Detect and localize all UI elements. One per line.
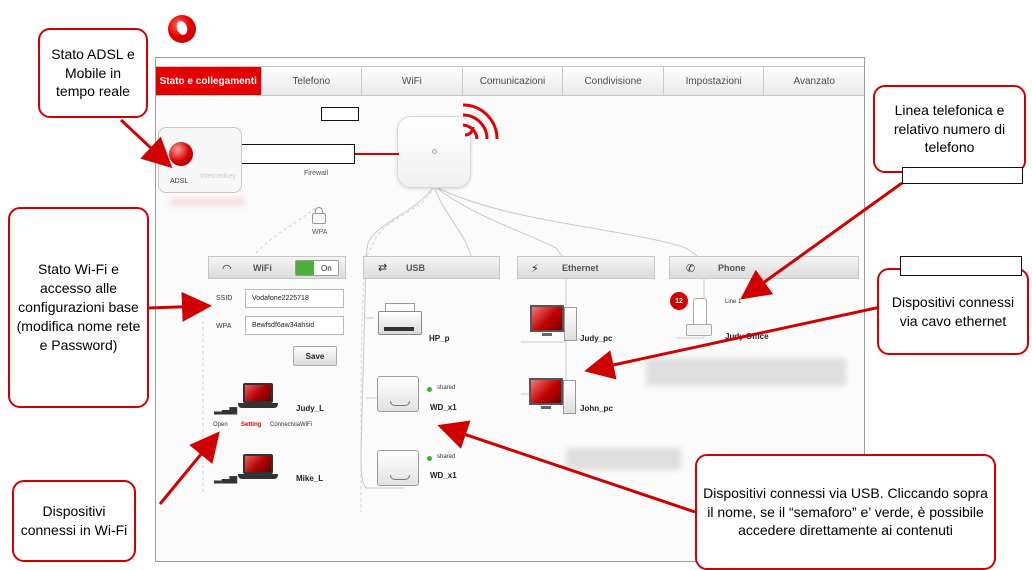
status-dot bbox=[427, 387, 432, 392]
blurred-text bbox=[646, 358, 846, 386]
connect-via-wifi-label: ConnectviaWiFi bbox=[270, 422, 313, 428]
line-label: Line 1 bbox=[725, 299, 742, 305]
laptop-icon bbox=[238, 383, 278, 411]
pc-icon bbox=[530, 305, 578, 343]
usb-icon: ⇄ bbox=[378, 262, 388, 274]
adsl-label: ADSL bbox=[170, 178, 189, 185]
device-mike-l[interactable]: Mike_L bbox=[296, 474, 323, 483]
phone-icon: ✆ bbox=[686, 263, 696, 275]
device-judy-l[interactable]: Judy_L bbox=[296, 404, 324, 413]
connection-line bbox=[355, 153, 399, 155]
shared-label: shared bbox=[437, 454, 456, 460]
status-dot bbox=[427, 456, 432, 461]
internet-key-label: InternetKey bbox=[200, 173, 236, 180]
callout-ethernet: Dispositivi connessi via cavo ethernet bbox=[877, 268, 1029, 355]
wpa-password-label: WPA bbox=[216, 323, 232, 330]
internet-key-status[interactable]: InternetKey bbox=[200, 146, 237, 184]
device-john-pc[interactable]: John_pc bbox=[580, 404, 613, 413]
vodafone-logo-icon bbox=[168, 15, 196, 43]
shared-label: shared bbox=[437, 385, 456, 391]
callout-phone: Linea telefonica e relativo numero di te… bbox=[873, 85, 1026, 173]
signal-icon: ▂▃▅ bbox=[214, 404, 238, 415]
setting-link[interactable]: Setting bbox=[241, 422, 261, 428]
ethernet-title: Ethernet bbox=[562, 263, 599, 273]
device-wd-x1-2[interactable]: WD_x1 bbox=[430, 471, 457, 480]
wifi-title: WiFi bbox=[253, 263, 272, 273]
tab-telefono[interactable]: Telefono bbox=[262, 67, 363, 95]
redacted-box bbox=[321, 107, 359, 121]
ssid-field[interactable]: Vodafone2225718 bbox=[245, 289, 344, 308]
lock-icon bbox=[311, 206, 327, 224]
firewall-label: Firewall bbox=[304, 170, 329, 177]
drive-icon bbox=[377, 376, 419, 412]
redacted-box bbox=[232, 144, 355, 164]
ethernet-panel-header: ⚡ Ethernet bbox=[517, 256, 655, 279]
callout-wifi: Stato Wi-Fi e accesso alle configurazion… bbox=[8, 207, 149, 408]
blurred-text bbox=[566, 448, 681, 470]
wpa-password-field[interactable]: Bewfsdf6aw34ahsid bbox=[245, 316, 344, 335]
drive-icon bbox=[377, 450, 419, 486]
redacted-box bbox=[900, 256, 1022, 276]
printer-icon bbox=[378, 303, 422, 339]
phone-title: Phone bbox=[718, 263, 746, 273]
wpa-security-label: WPA bbox=[312, 229, 328, 236]
open-link[interactable]: Open bbox=[213, 422, 228, 428]
callout-wifi-devices: Dispositivi connessi in Wi-Fi bbox=[12, 480, 136, 562]
callout-adsl: Stato ADSL e Mobile in tempo reale bbox=[38, 28, 148, 118]
ssid-label: SSID bbox=[216, 295, 233, 302]
tab-condivisione[interactable]: Condivisione bbox=[563, 67, 664, 95]
connection-status-box: ADSL InternetKey bbox=[158, 127, 242, 193]
blurred-text bbox=[170, 198, 245, 206]
wifi-toggle-label: On bbox=[321, 264, 332, 273]
save-button[interactable]: Save bbox=[293, 346, 337, 366]
wifi-panel-header: ◠ WiFi On bbox=[208, 256, 346, 279]
router-led-icon bbox=[432, 149, 437, 154]
usb-panel-header: ⇄ USB bbox=[363, 256, 500, 279]
tab-comunicazioni[interactable]: Comunicazioni bbox=[463, 67, 564, 95]
tab-avanzato[interactable]: Avanzato bbox=[764, 67, 864, 95]
usb-title: USB bbox=[406, 263, 426, 273]
main-tabs: Stato e collegamenti Telefono WiFi Comun… bbox=[156, 66, 864, 96]
device-judy-office[interactable]: Judy Office bbox=[725, 332, 769, 341]
signal-icon: ▂▃▅ bbox=[214, 473, 238, 484]
adsl-globe-icon bbox=[169, 142, 193, 166]
device-judy-pc[interactable]: Judy_pc bbox=[580, 334, 612, 343]
tab-stato-e-collegamenti[interactable]: Stato e collegamenti bbox=[156, 67, 262, 95]
ethernet-icon: ⚡ bbox=[531, 263, 539, 275]
device-wd-x1[interactable]: WD_x1 bbox=[430, 403, 457, 412]
wifi-icon: ◠ bbox=[222, 263, 232, 275]
wifi-toggle[interactable]: On bbox=[295, 260, 339, 276]
pc-icon bbox=[529, 378, 577, 416]
redacted-box bbox=[902, 167, 1023, 184]
tab-impostazioni[interactable]: Impostazioni bbox=[664, 67, 765, 95]
device-hp-p[interactable]: HP_p bbox=[429, 334, 449, 343]
callout-usb: Dispositivi connessi via USB. Cliccando … bbox=[695, 454, 996, 570]
laptop-icon bbox=[238, 454, 278, 482]
wireless-signal-icon bbox=[462, 103, 499, 140]
tab-wifi[interactable]: WiFi bbox=[362, 67, 463, 95]
adsl-status[interactable]: ADSL bbox=[161, 142, 199, 190]
missed-calls-badge: 12 bbox=[670, 292, 688, 310]
phone-panel-header: ✆ Phone bbox=[669, 256, 859, 279]
